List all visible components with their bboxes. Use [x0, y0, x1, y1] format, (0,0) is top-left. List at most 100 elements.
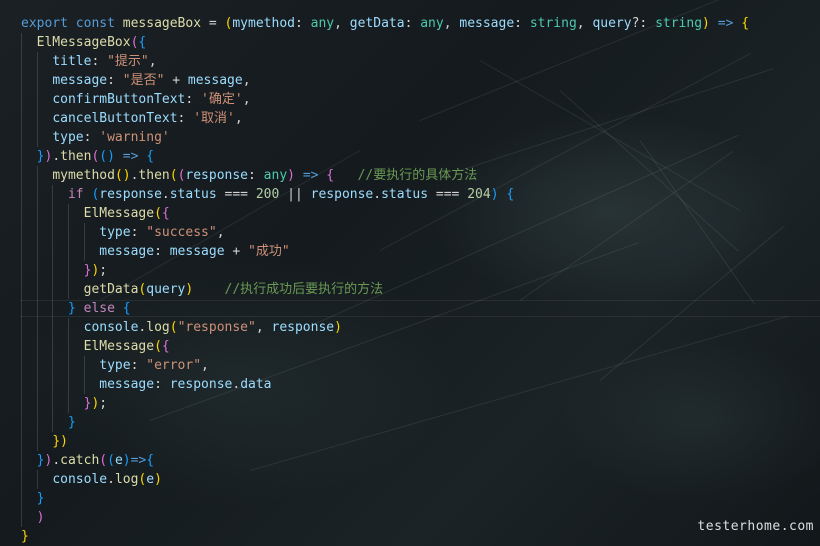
code-line[interactable]: }) [0, 432, 749, 451]
code-token: message [169, 244, 225, 259]
code-token: any [310, 16, 335, 31]
code-token: '确定' [201, 92, 243, 107]
code-line[interactable]: ElMessageBox({ [0, 33, 749, 52]
indent-guide [36, 413, 38, 432]
code-editor[interactable]: export const messageBox = (mymethod: any… [0, 0, 820, 546]
code-token: confirmButtonText [52, 92, 186, 107]
code-line[interactable]: type: "success", [0, 223, 749, 242]
indent-guide [21, 147, 22, 166]
indent-guide [36, 470, 38, 489]
code-token: string [529, 16, 577, 31]
code-token: ( [99, 453, 108, 468]
code-token: } [52, 434, 61, 449]
indent-guide [36, 242, 38, 261]
code-line[interactable]: } [0, 413, 749, 432]
code-token: === [216, 187, 256, 202]
code-token: { [146, 149, 155, 164]
code-line[interactable]: type: 'warning' [0, 128, 749, 147]
indent-guide [36, 299, 38, 318]
code-token: : [83, 130, 100, 145]
code-token: log [114, 472, 139, 487]
code-line[interactable]: ElMessage({ [0, 337, 749, 356]
code-line[interactable]: message: response.data [0, 375, 749, 394]
code-token: e [114, 453, 123, 468]
code-token: any [263, 168, 288, 183]
code-line[interactable]: } else { [0, 299, 749, 318]
code-token: ( [154, 206, 162, 221]
code-token: => [717, 16, 734, 31]
code-token: { [326, 168, 335, 183]
indent-guide [67, 280, 69, 299]
code-line[interactable]: confirmButtonText: '确定', [0, 90, 749, 109]
code-token: => [302, 168, 319, 183]
code-token: type [52, 130, 84, 145]
code-token: '取消' [193, 111, 235, 126]
code-line[interactable]: if (response.status === 200 || response.… [0, 185, 749, 204]
code-line[interactable]: } [0, 489, 749, 508]
code-token: . [373, 187, 382, 202]
code-line[interactable]: title: "提示", [0, 52, 749, 71]
indent-guide [36, 90, 38, 109]
code-token: //执行成功后要执行的方法 [224, 282, 384, 297]
code-token: response [169, 377, 233, 392]
code-line[interactable]: console.log("response", response) [0, 318, 749, 337]
code-token: "是否" [122, 73, 165, 88]
code-token: : [294, 16, 311, 31]
code-token: . [161, 187, 170, 202]
code-token: message [459, 16, 515, 31]
indent-guide [67, 394, 69, 413]
code-token: response [310, 187, 374, 202]
code-line[interactable]: }).then(() => { [0, 147, 749, 166]
code-line[interactable]: message: message + "成功" [0, 242, 749, 261]
code-token: ) [122, 168, 131, 183]
code-line[interactable]: message: "是否" + message, [0, 71, 749, 90]
code-token: || [279, 187, 311, 202]
code-line[interactable]: getData(query) //执行成功后要执行的方法 [0, 280, 749, 299]
code-token: ; [99, 263, 108, 278]
code-line[interactable]: type: "error", [0, 356, 749, 375]
code-token: : [248, 168, 264, 183]
code-token: ) [154, 472, 162, 487]
indent-guide [67, 223, 69, 242]
code-token: message [99, 244, 155, 259]
code-line[interactable]: mymethod().then((response: any) => { //要… [0, 166, 749, 185]
code-line[interactable]: cancelButtonText: '取消', [0, 109, 749, 128]
indent-guide [21, 394, 22, 413]
indent-guide [52, 413, 54, 432]
code-token: . [52, 453, 61, 468]
indent-guide [21, 204, 22, 223]
code-token: : [154, 244, 170, 259]
code-token: then [138, 168, 170, 183]
indent-guide [83, 356, 85, 375]
code-line[interactable]: ElMessage({ [0, 204, 749, 223]
code-token: ElMessageBox [36, 35, 131, 50]
indent-guide [36, 52, 38, 71]
code-line[interactable]: }); [0, 261, 749, 280]
code-token: title [52, 54, 92, 69]
indent-guide [52, 375, 54, 394]
code-token: 'warning' [99, 130, 170, 145]
code-token: { [122, 301, 131, 316]
code-token: ElMessage [83, 339, 155, 354]
code-line[interactable]: }); [0, 394, 749, 413]
code-line[interactable]: ) [0, 508, 749, 527]
indent-guide [36, 128, 38, 147]
code-line[interactable]: export const messageBox = (mymethod: any… [0, 14, 749, 33]
code-token: { [138, 35, 147, 50]
code-area[interactable]: export const messageBox = (mymethod: any… [0, 14, 749, 546]
code-token: "success" [146, 225, 217, 240]
code-line[interactable]: }).catch((e)=>{ [0, 451, 749, 470]
code-token: status [169, 187, 217, 202]
code-token: response [271, 320, 335, 335]
indent-guide [21, 413, 22, 432]
code-line[interactable]: } [0, 527, 749, 546]
code-token: + [164, 73, 188, 88]
indent-guide [36, 356, 38, 375]
code-line[interactable]: console.log(e) [0, 470, 749, 489]
code-token: : [404, 16, 421, 31]
